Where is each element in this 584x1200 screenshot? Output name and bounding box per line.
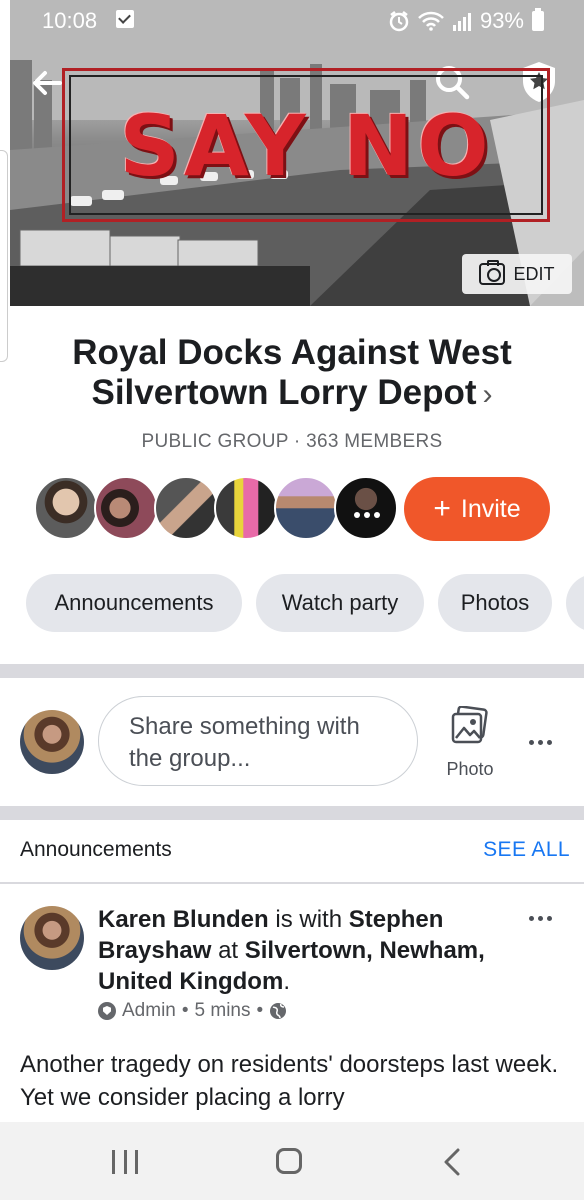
home-icon[interactable]	[276, 1148, 302, 1174]
chip-photos[interactable]: Photos	[438, 574, 552, 632]
member-avatar[interactable]	[214, 476, 278, 540]
alarm-icon	[389, 11, 409, 32]
member-avatar[interactable]	[274, 476, 338, 540]
section-divider	[0, 806, 584, 820]
say-no-banner-text: SAY NO	[119, 97, 493, 195]
post-period: .	[283, 968, 290, 995]
see-all-link[interactable]: SEE ALL	[483, 838, 570, 862]
member-avatars[interactable]	[34, 476, 398, 542]
member-avatar[interactable]	[94, 476, 158, 540]
post-with-word: is with	[275, 906, 343, 933]
divider	[0, 882, 584, 884]
camera-icon	[479, 260, 506, 285]
group-title[interactable]: Royal Docks Against West Silvertown Lorr…	[40, 333, 544, 415]
post-author[interactable]: Karen Blunden	[98, 906, 269, 933]
more-icon-dot	[546, 915, 552, 921]
chip-more[interactable]	[566, 574, 584, 632]
post-time[interactable]: 5 mins	[195, 1000, 251, 1022]
more-icon-dot	[528, 739, 534, 745]
nav-back-icon[interactable]	[442, 1148, 462, 1176]
group-title-text: Royal Docks Against West Silvertown Lorr…	[72, 333, 512, 412]
post-more-button[interactable]	[520, 908, 560, 928]
meta-separator: •	[256, 1000, 264, 1021]
group-tabs: Announcements Watch party Photos	[26, 574, 584, 634]
globe-icon	[270, 1003, 287, 1019]
more-icon-dot	[537, 739, 543, 745]
wifi-icon	[418, 11, 444, 31]
composer-more-button[interactable]	[520, 732, 560, 752]
say-no-banner: SAY NO	[62, 68, 550, 222]
edge-panel-handle[interactable]	[0, 150, 8, 362]
photo-button[interactable]: Photo	[436, 700, 504, 782]
plus-icon: +	[433, 492, 451, 525]
status-bar: 10:08 93%	[0, 0, 584, 40]
member-avatar[interactable]	[34, 476, 98, 540]
member-avatar[interactable]	[154, 476, 218, 540]
system-nav-bar	[0, 1122, 584, 1200]
signal-icon	[452, 13, 471, 31]
more-members-icon	[354, 512, 380, 518]
back-arrow-icon	[33, 71, 62, 95]
invite-button[interactable]: + Invite	[404, 477, 550, 541]
post-meta: Admin • 5 mins •	[98, 1000, 287, 1022]
photo-icon	[451, 705, 488, 744]
post-author-avatar[interactable]	[20, 906, 84, 970]
edit-cover-label: EDIT	[513, 263, 555, 284]
admin-badge-icon	[98, 1002, 116, 1020]
post-role: Admin	[122, 1000, 176, 1021]
announcements-header: Announcements	[20, 838, 172, 861]
more-icon-dot	[537, 915, 543, 921]
share-input[interactable]: Share something with the group...	[98, 696, 418, 786]
post-header: Karen Blunden is with Stephen Brayshaw a…	[98, 904, 518, 997]
more-icon-dot	[528, 915, 534, 921]
post-at-word: at	[218, 937, 239, 964]
status-time: 10:08	[42, 8, 98, 33]
more-icon-dot	[546, 739, 552, 745]
chip-announcements[interactable]: Announcements	[26, 574, 242, 632]
group-cover: 10:08 93% SAY NO EDIT	[0, 0, 584, 318]
battery-percent: 93%	[479, 8, 524, 33]
section-divider	[0, 664, 584, 678]
chevron-right-icon: ›	[482, 378, 493, 411]
recent-apps-icon[interactable]	[112, 1150, 138, 1174]
group-meta[interactable]: PUBLIC GROUP · 363 MEMBERS	[0, 431, 584, 453]
edit-cover-button[interactable]: EDIT	[462, 254, 572, 294]
back-button[interactable]	[30, 66, 64, 100]
composer-avatar[interactable]	[20, 710, 84, 774]
meta-separator: •	[181, 1000, 189, 1021]
post-body: Another tragedy on residents' doorsteps …	[20, 1051, 559, 1111]
status-icons: 93%	[388, 8, 544, 34]
photo-label: Photo	[446, 759, 494, 779]
invite-label: Invite	[460, 494, 521, 523]
notification-check-icon	[116, 10, 134, 28]
battery-icon	[532, 8, 544, 31]
chip-watch-party[interactable]: Watch party	[256, 574, 424, 632]
member-avatar[interactable]	[334, 476, 398, 540]
